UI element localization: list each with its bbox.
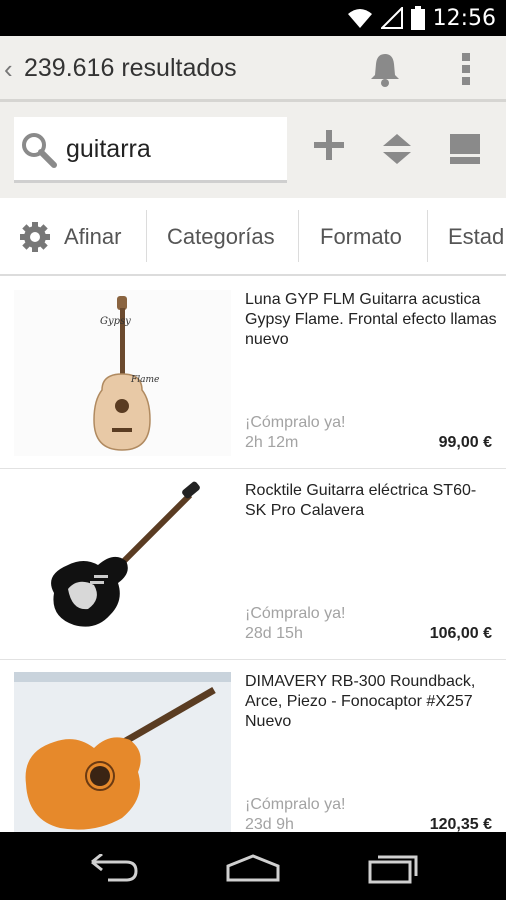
item-title: Rocktile Guitarra eléctrica ST60-SK Pro … [245, 482, 477, 519]
search-query: guitarra [66, 135, 151, 163]
list-item[interactable]: DIMAVERY RB-300 Roundback, Arce, Piezo -… [0, 660, 506, 832]
status-bar: 12:56 [0, 0, 506, 36]
add-icon[interactable] [314, 130, 344, 160]
buy-now-label: ¡Cómpralo ya! [245, 796, 346, 813]
signal-icon [380, 7, 403, 29]
clock: 12:56 [432, 5, 496, 31]
tab-status[interactable]: Estad [448, 198, 505, 274]
chevron-left-icon[interactable]: ‹ [4, 54, 13, 85]
tab-status-label: Estad [448, 224, 505, 249]
page-title[interactable]: 239.616 resultados [24, 54, 237, 83]
gear-icon [20, 222, 50, 252]
list-item[interactable]: Rocktile Guitarra eléctrica ST60-SK Pro … [0, 469, 506, 660]
tab-divider [146, 210, 147, 262]
results-list: Gypsy Flame Luna GYP FLM Guitarra acusti… [0, 278, 506, 832]
recents-icon[interactable] [368, 852, 420, 884]
status-icons: 12:56 [347, 0, 496, 36]
tab-divider [298, 210, 299, 262]
battery-icon [410, 6, 425, 30]
tab-format[interactable]: Formato [320, 198, 402, 274]
thumb-text-flame: Flame [130, 375, 159, 385]
time-left: 23d 9h [245, 816, 294, 832]
action-bar: ‹ 239.616 resultados [0, 36, 506, 102]
list-item[interactable]: Gypsy Flame Luna GYP FLM Guitarra acusti… [0, 278, 506, 469]
item-title: Luna GYP FLM Guitarra acustica Gypsy Fla… [245, 291, 497, 348]
sort-icon[interactable] [383, 134, 411, 164]
tab-format-label: Formato [320, 224, 402, 249]
bell-icon[interactable] [366, 50, 404, 88]
item-title: DIMAVERY RB-300 Roundback, Arce, Piezo -… [245, 673, 476, 730]
back-icon[interactable] [88, 854, 138, 882]
buy-now-label: ¡Cómpralo ya! [245, 605, 346, 622]
view-toggle-icon[interactable] [450, 134, 480, 164]
acoustic-guitar-image: Gypsy Flame [93, 296, 159, 451]
product-image: Gypsy Flame [14, 290, 231, 456]
navigation-bar [0, 832, 506, 900]
wifi-icon [347, 9, 372, 28]
time-left: 2h 12m [245, 434, 299, 451]
electric-guitar-image [51, 481, 200, 627]
tab-refine-label: Afinar [64, 224, 122, 249]
tab-categories-label: Categorías [167, 224, 275, 249]
search-icon [22, 133, 57, 168]
product-image [14, 481, 231, 647]
time-left: 28d 15h [245, 625, 303, 642]
tab-refine[interactable]: Afinar [20, 198, 122, 274]
search-input[interactable]: guitarra [14, 117, 287, 183]
home-icon[interactable] [226, 854, 280, 882]
item-price: 120,35 € [429, 816, 492, 832]
tab-divider [427, 210, 428, 262]
thumb-text-gypsy: Gypsy [100, 316, 131, 327]
buy-now-label: ¡Cómpralo ya! [245, 414, 346, 431]
item-price: 99,00 € [438, 434, 492, 451]
overflow-menu-icon[interactable] [456, 50, 476, 88]
tab-categories[interactable]: Categorías [167, 198, 275, 274]
product-image [14, 672, 231, 832]
filter-tabs: Afinar Categorías Formato Estad [0, 198, 506, 276]
item-price: 106,00 € [429, 625, 492, 642]
roundback-guitar-image [14, 672, 231, 830]
search-area: guitarra [0, 102, 506, 198]
